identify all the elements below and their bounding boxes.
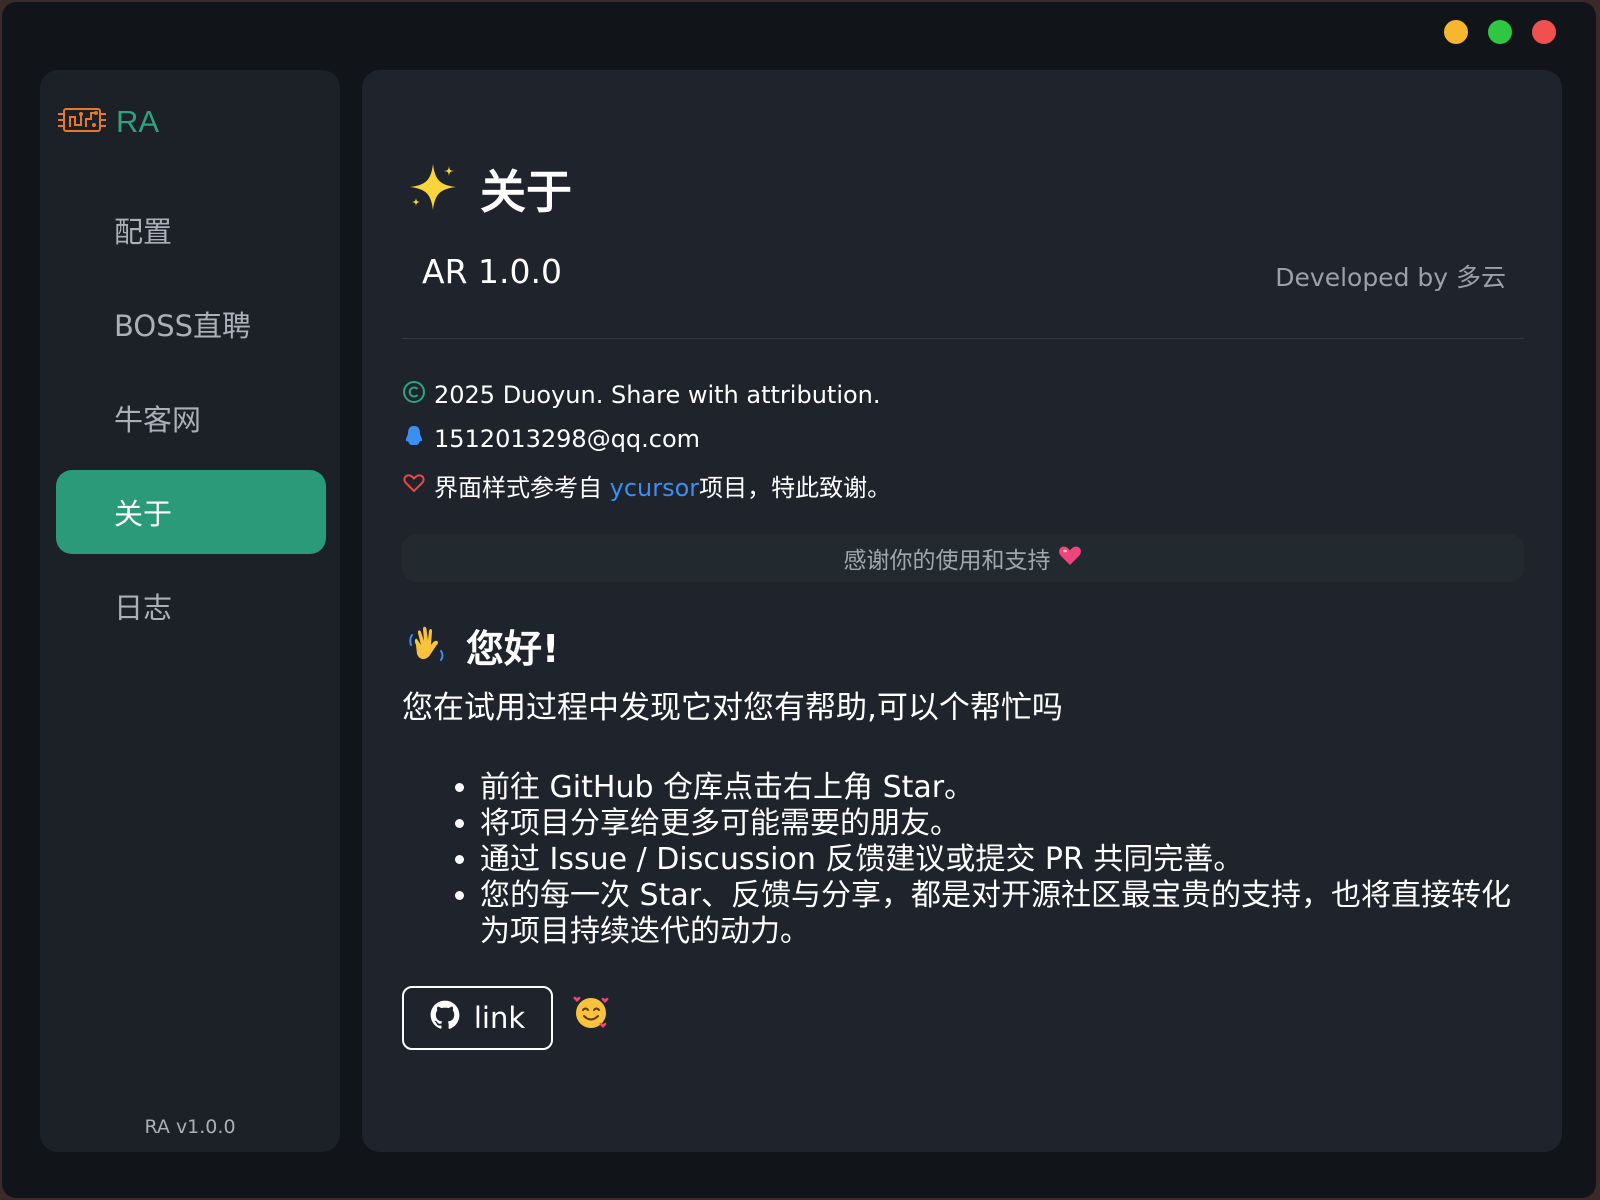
- support-list: 前往 GitHub 仓库点击右上角 Star。 将项目分享给更多可能需要的朋友。…: [480, 770, 1520, 950]
- sidebar-item-about[interactable]: 关于: [56, 470, 326, 554]
- brand-label: RA: [116, 104, 160, 139]
- page-title: 关于: [480, 165, 572, 219]
- sparkle-icon: [408, 162, 458, 216]
- app-window: RA 配置 BOSS直聘 牛客网 关于 日志 RA v1.0.0 关于 AR 1…: [2, 2, 1596, 1198]
- credit-prefix: 界面样式参考自: [434, 474, 610, 502]
- thanks-banner: 感谢你的使用和支持: [402, 534, 1524, 582]
- minimize-button[interactable]: [1444, 20, 1468, 44]
- main-panel: 关于 AR 1.0.0 Developed by 多云 2025 Duoyun.…: [362, 70, 1562, 1152]
- sidebar-item-logs[interactable]: 日志: [56, 564, 326, 648]
- greeting-row: 您好!: [406, 618, 559, 673]
- window-controls: [1444, 20, 1556, 44]
- list-item: 您的每一次 Star、反馈与分享，都是对开源社区最宝贵的支持，也将直接转化为项目…: [480, 878, 1520, 950]
- copyright-line: 2025 Duoyun. Share with attribution.: [402, 380, 881, 410]
- sidebar-item-config[interactable]: 配置: [56, 188, 326, 272]
- list-item: 将项目分享给更多可能需要的朋友。: [480, 806, 1520, 842]
- link-button-label: link: [473, 1001, 526, 1035]
- heart-icon: [1057, 543, 1083, 573]
- github-icon: [430, 1000, 460, 1037]
- list-item: 前往 GitHub 仓库点击右上角 Star。: [480, 770, 1520, 806]
- email-text: 1512013298@qq.com: [434, 425, 701, 453]
- credit-text: 界面样式参考自 ycursor项目，特此致谢。: [434, 468, 891, 503]
- greeting-title: 您好!: [466, 627, 560, 671]
- circuit-chip-icon: [58, 105, 106, 139]
- title-row: 关于: [408, 156, 572, 222]
- credit-suffix: 项目，特此致谢。: [699, 474, 892, 502]
- smiling-face-with-hearts-icon: [572, 994, 610, 1036]
- ycursor-link[interactable]: ycursor: [610, 474, 700, 502]
- thanks-text: 感谢你的使用和支持: [843, 548, 1051, 574]
- list-item: 通过 Issue / Discussion 反馈建议或提交 PR 共同完善。: [480, 842, 1520, 878]
- sidebar-item-boss[interactable]: BOSS直聘: [56, 282, 326, 366]
- copyright-icon: [402, 380, 426, 410]
- app-version: AR 1.0.0: [422, 252, 562, 291]
- heart-outline-icon: [402, 471, 426, 501]
- copyright-text: 2025 Duoyun. Share with attribution.: [434, 381, 881, 409]
- sidebar-version: RA v1.0.0: [144, 1116, 236, 1138]
- email-line: 1512013298@qq.com: [402, 424, 700, 454]
- close-button[interactable]: [1532, 20, 1556, 44]
- developed-by: Developed by 多云: [1275, 263, 1506, 292]
- intro-text: 您在试用过程中发现它对您有帮助,可以个帮忙吗: [402, 690, 1063, 726]
- sidebar: RA 配置 BOSS直聘 牛客网 关于 日志 RA v1.0.0: [40, 70, 340, 1152]
- brand: RA: [58, 104, 159, 140]
- credit-line: 界面样式参考自 ycursor项目，特此致谢。: [402, 468, 891, 503]
- github-link-button[interactable]: link: [402, 986, 553, 1050]
- qq-icon: [402, 424, 426, 454]
- sidebar-item-nowcoder[interactable]: 牛客网: [56, 376, 326, 460]
- waving-hand-icon: [406, 621, 452, 671]
- divider: [402, 338, 1524, 339]
- maximize-button[interactable]: [1488, 20, 1512, 44]
